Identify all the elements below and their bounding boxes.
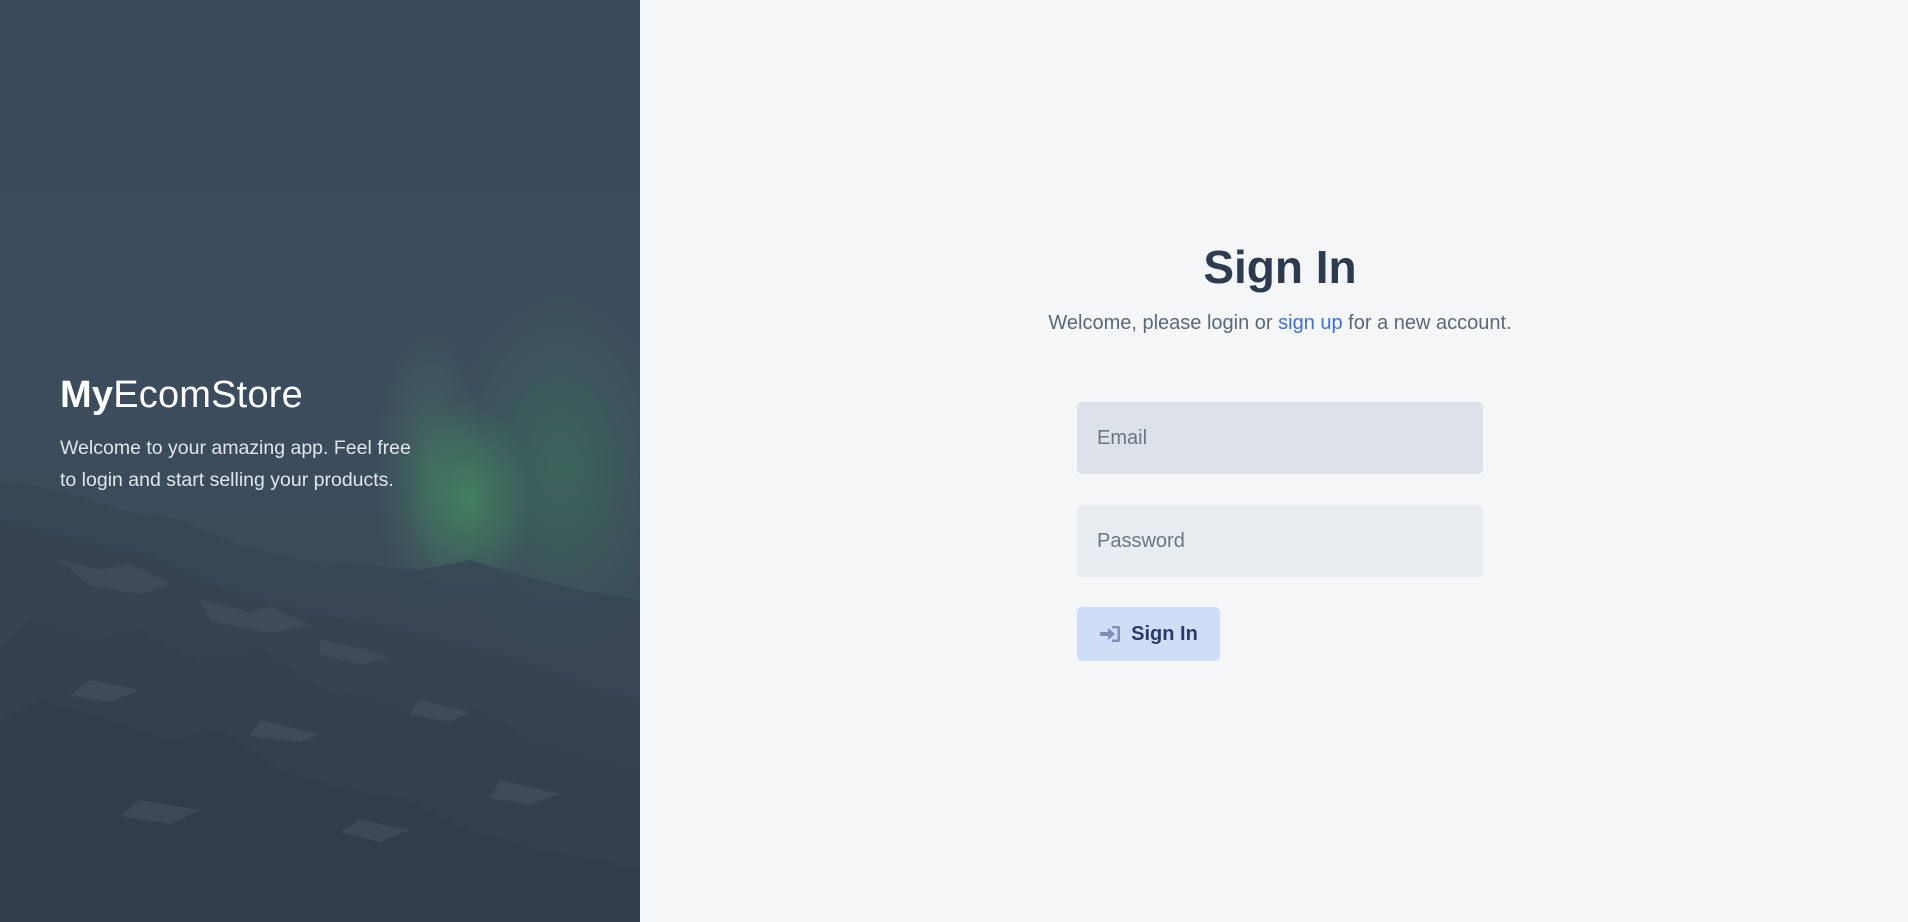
brand-logo-text: MyEcomStore [60, 370, 420, 420]
sign-in-icon [1099, 624, 1121, 644]
signin-subtitle: Welcome, please login or sign up for a n… [640, 312, 1908, 335]
signin-form-panel: Sign In Welcome, please login or sign up… [640, 0, 1908, 922]
signin-button[interactable]: Sign In [1077, 607, 1220, 661]
subtitle-suffix: for a new account. [1342, 312, 1512, 334]
hero-content: MyEcomStore Welcome to your amazing app.… [60, 370, 420, 496]
brand-bold-part: My [60, 374, 114, 416]
hero-panel: MyEcomStore Welcome to your amazing app.… [0, 0, 640, 922]
hero-tagline: Welcome to your amazing app. Feel free t… [60, 437, 411, 491]
subtitle-prefix: Welcome, please login or [1048, 312, 1279, 334]
page-title: Sign In [1203, 241, 1357, 293]
brand-light-part: EcomStore [113, 374, 303, 416]
password-field[interactable] [1077, 505, 1483, 577]
signup-link[interactable]: sign up [1278, 312, 1343, 334]
email-field[interactable] [1077, 402, 1483, 474]
signin-button-label: Sign In [1131, 622, 1198, 645]
login-page: MyEcomStore Welcome to your amazing app.… [0, 0, 1908, 922]
